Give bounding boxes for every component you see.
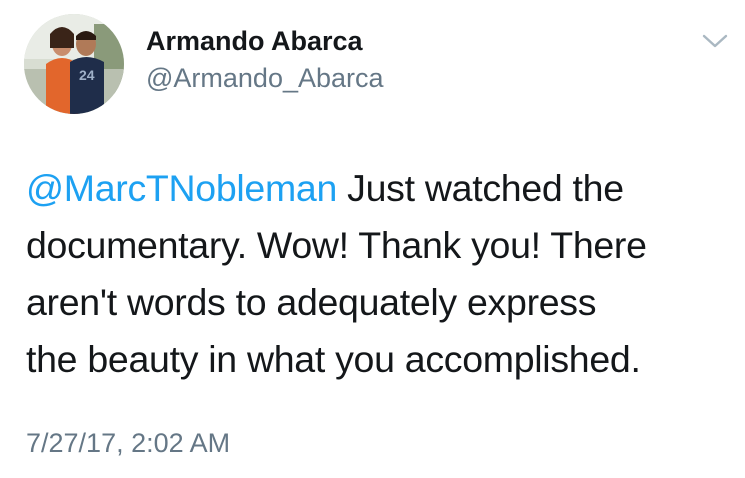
tweet-line: aren't words to adequately express xyxy=(26,281,597,323)
tweet-card: 24 Armando Abarca @Armando_Abarca @MarcT… xyxy=(0,0,745,478)
author-display-name[interactable]: Armando Abarca xyxy=(146,26,363,57)
mention-link[interactable]: @MarcTNobleman xyxy=(26,167,337,209)
svg-text:24: 24 xyxy=(79,67,95,83)
tweet-text: @MarcTNobleman Just watched the document… xyxy=(26,160,736,388)
avatar[interactable]: 24 xyxy=(24,14,124,114)
tweet-line: @MarcTNobleman Just watched the xyxy=(26,160,736,217)
avatar-photo: 24 xyxy=(24,14,124,114)
tweet-timestamp[interactable]: 7/27/17, 2:02 AM xyxy=(26,428,230,459)
tweet-line: the beauty in what you accomplished. xyxy=(26,338,641,380)
chevron-down-icon[interactable] xyxy=(700,30,730,52)
author-handle[interactable]: @Armando_Abarca xyxy=(146,63,384,94)
tweet-line: documentary. Wow! Thank you! There xyxy=(26,224,647,266)
tweet-text-segment: Just watched the xyxy=(337,167,624,209)
